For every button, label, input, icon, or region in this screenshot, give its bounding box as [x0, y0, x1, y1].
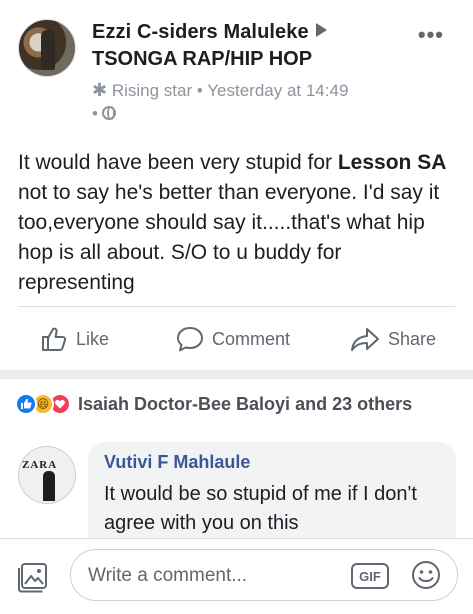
comment-button[interactable]: Comment: [176, 326, 290, 352]
author-line: Ezzi C-siders Maluleke: [92, 21, 327, 44]
gif-icon[interactable]: GIF: [351, 563, 389, 589]
reactions-summary[interactable]: 😆 Isaiah Doctor-Bee Baloyi and 23 others: [15, 392, 412, 416]
post-text-intro: It would have been very stupid for: [18, 151, 338, 174]
globe-icon: [101, 106, 116, 120]
avatar-brand-text: ZARA: [22, 459, 58, 471]
arrow-right-icon: [315, 23, 327, 37]
reactions-text[interactable]: Isaiah Doctor-Bee Baloyi and 23 others: [78, 394, 412, 415]
commenter-name[interactable]: Vutivi F Mahlaule: [104, 452, 250, 473]
photo-icon: [18, 563, 47, 593]
comment-icon: [177, 327, 203, 352]
share-icon: [351, 328, 379, 351]
post-timestamp[interactable]: Yesterday at 14:49: [207, 81, 348, 100]
badge-label: Rising star: [111, 81, 193, 100]
comment-text: It would be so stupid of me if I don't a…: [104, 483, 417, 534]
mention-link[interactable]: Lesson SA: [338, 151, 447, 174]
section-separator: [0, 370, 473, 379]
star-icon: ✱: [92, 80, 108, 100]
like-icon: [42, 327, 67, 351]
like-label: Like: [76, 328, 110, 349]
author-avatar[interactable]: [18, 19, 76, 77]
action-bar: Like Comment Share: [0, 312, 473, 364]
comment: ZARA Vutivi F Mahlaule It would be so st…: [0, 438, 473, 562]
commenter-avatar[interactable]: ZARA: [18, 446, 76, 504]
more-icon[interactable]: •••: [418, 22, 444, 48]
post-header: Ezzi C-siders Maluleke TSONGA RAP/HIP HO…: [0, 0, 473, 140]
comment-input[interactable]: Write a comment... GIF: [70, 549, 458, 601]
post-meta: ✱ Rising star • Yesterday at 14:49: [92, 80, 348, 101]
photo-button[interactable]: [17, 559, 51, 598]
comment-label: Comment: [212, 328, 291, 349]
group-name[interactable]: TSONGA RAP/HIP HOP: [92, 48, 312, 71]
privacy-line: •: [92, 104, 116, 124]
emoji-button[interactable]: [410, 559, 442, 596]
privacy-separator: •: [92, 104, 98, 123]
comment-placeholder: Write a comment...: [88, 565, 248, 586]
share-label: Share: [388, 328, 437, 349]
share-button[interactable]: Share: [350, 326, 436, 352]
meta-separator: •: [196, 81, 203, 100]
post-text-rest: not to say he's better than everyone. I'…: [18, 181, 440, 294]
like-button[interactable]: Like: [40, 326, 109, 352]
like-reaction-icon: [15, 393, 37, 415]
comment-composer: Write a comment... GIF: [0, 538, 473, 614]
post-text: It would have been very stupid for Lesso…: [18, 148, 463, 298]
divider: [18, 306, 455, 307]
emoji-icon: [412, 561, 440, 589]
author-name[interactable]: Ezzi C-siders Maluleke: [92, 21, 309, 43]
